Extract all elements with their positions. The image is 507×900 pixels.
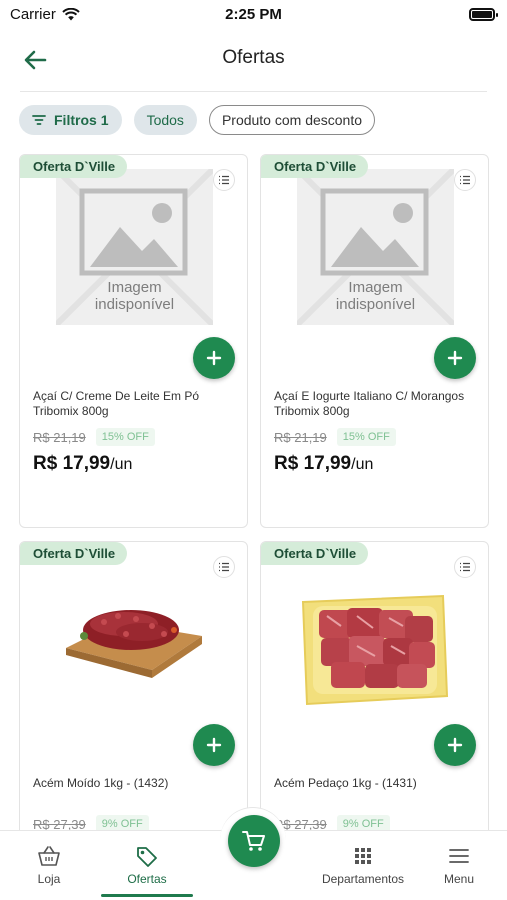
filters-count: 1 (100, 112, 109, 128)
product-image-placeholder: Imagem indisponível (294, 166, 457, 328)
tab-label: Ofertas (127, 872, 167, 886)
filters-button[interactable]: Filtros 1 (19, 105, 122, 135)
image-unavailable-text-line2: indisponível (335, 296, 416, 313)
tab-ofertas[interactable]: Ofertas (117, 845, 177, 886)
menu-icon (449, 849, 469, 863)
product-card[interactable]: Imagem indisponível Oferta D`Ville Açaí … (260, 154, 489, 528)
product-name: Acém Pedaço 1kg - (1431) (274, 776, 417, 790)
tab-label: Menu (443, 872, 475, 886)
plus-icon (447, 350, 463, 366)
header: Ofertas (0, 30, 507, 90)
old-price: R$ 21,19 (33, 429, 86, 445)
status-bar: Carrier 2:25 PM (0, 0, 507, 30)
bottom-nav: Loja Ofertas Departamentos Menu (0, 807, 507, 900)
price-row: R$ 21,19 15% OFF (33, 428, 155, 446)
add-to-cart-button[interactable] (434, 724, 476, 766)
divider (20, 91, 487, 92)
filter-bar: Filtros 1 Todos Produto com desconto (19, 105, 376, 135)
filter-icon (32, 115, 46, 125)
list-icon (219, 562, 229, 572)
all-chip[interactable]: Todos (133, 105, 197, 135)
list-icon (460, 562, 470, 572)
current-price: R$ 17,99/un (274, 453, 373, 475)
ground-beef-image (66, 610, 202, 678)
discount-badge: 15% OFF (95, 428, 155, 446)
plus-icon (206, 350, 222, 366)
price-value: R$ 17,99 (274, 453, 352, 474)
offer-badge: Oferta D`Ville (20, 542, 128, 565)
list-button[interactable] (213, 169, 235, 191)
add-to-cart-button[interactable] (434, 337, 476, 379)
price-unit: /un (110, 456, 133, 473)
tab-label: Loja (37, 872, 61, 886)
battery-icon (469, 8, 498, 21)
clock: 2:25 PM (225, 6, 282, 23)
tag-icon (137, 847, 157, 867)
discount-chip[interactable]: Produto com desconto (208, 105, 376, 135)
filters-label: Filtros (54, 112, 97, 128)
add-to-cart-button[interactable] (193, 337, 235, 379)
image-unavailable-text-line1: Imagem (107, 279, 162, 296)
list-button[interactable] (454, 556, 476, 578)
tab-menu[interactable]: Menu (442, 845, 476, 886)
beef-cubes-image (301, 594, 449, 706)
offer-badge: Oferta D`Ville (261, 155, 369, 178)
product-image (297, 556, 454, 712)
plus-icon (447, 737, 463, 753)
product-name: Açaí C/ Creme De Leite Em Pó Tribomix 80… (33, 389, 200, 418)
image-unavailable-text-line1: Imagem (348, 279, 403, 296)
tab-label: Departamentos (321, 872, 405, 886)
product-image-placeholder: Imagem indisponível (53, 166, 216, 328)
grid-icon (355, 848, 371, 864)
old-price: R$ 21,19 (274, 429, 327, 445)
basket-icon (38, 846, 60, 866)
price-unit: /un (351, 456, 374, 473)
image-unavailable-text-line2: indisponível (94, 296, 175, 313)
add-to-cart-button[interactable] (193, 724, 235, 766)
current-price: R$ 17,99/un (33, 453, 132, 475)
plus-icon (206, 737, 222, 753)
active-tab-indicator (101, 894, 193, 897)
offer-badge: Oferta D`Ville (261, 542, 369, 565)
price-value: R$ 17,99 (33, 453, 111, 474)
list-button[interactable] (454, 169, 476, 191)
page-title: Ofertas (222, 47, 285, 68)
list-icon (219, 175, 229, 185)
tab-loja[interactable]: Loja (31, 845, 67, 886)
product-image (56, 556, 213, 712)
product-card[interactable]: Imagem indisponível Oferta D`Ville Açaí … (19, 154, 248, 528)
product-name: Acém Moído 1kg - (1432) (33, 776, 169, 790)
offer-badge: Oferta D`Ville (20, 155, 128, 178)
cart-icon (242, 831, 265, 851)
list-button[interactable] (213, 556, 235, 578)
cart-button[interactable] (228, 815, 280, 867)
discount-badge: 15% OFF (336, 428, 396, 446)
tab-departamentos[interactable]: Departamentos (320, 845, 406, 886)
product-name: Açaí E Iogurte Italiano C/ Morangos Trib… (274, 389, 465, 418)
list-icon (460, 175, 470, 185)
price-row: R$ 21,19 15% OFF (274, 428, 396, 446)
